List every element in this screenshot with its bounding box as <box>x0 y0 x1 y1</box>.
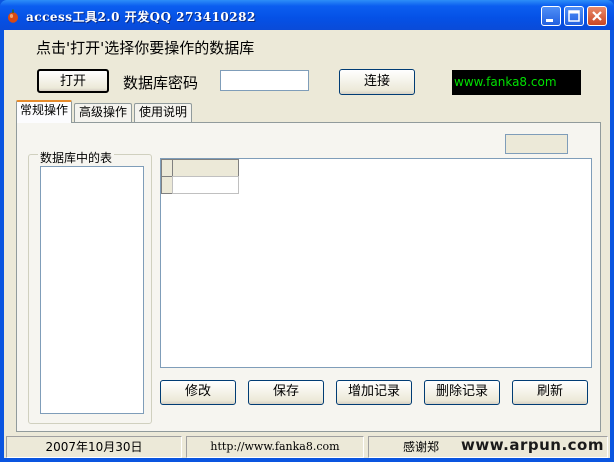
site-badge: www.fanka8.com <box>452 70 581 95</box>
delete-record-button[interactable]: 删除记录 <box>424 380 500 405</box>
refresh-button[interactable]: 刷新 <box>512 380 588 405</box>
status-date: 2007年10月30日 <box>6 436 182 458</box>
status-bar: 2007年10月30日 http://www.fanka8.com 感谢郑 ww… <box>4 434 610 458</box>
password-label: 数据库密码 <box>123 74 199 92</box>
title-bar[interactable]: access工具2.0 开发QQ 273410282 <box>0 0 614 30</box>
app-window: access工具2.0 开发QQ 273410282 点击'打开'选择你要操作的… <box>0 0 614 462</box>
maximize-icon <box>568 10 580 22</box>
password-input[interactable] <box>220 70 309 91</box>
client-area: 点击'打开'选择你要操作的数据库 打开 数据库密码 连接 www.fanka8.… <box>4 30 610 458</box>
save-button[interactable]: 保存 <box>248 380 324 405</box>
connect-button[interactable]: 连接 <box>339 69 415 95</box>
tables-group-title: 数据库中的表 <box>38 149 115 166</box>
app-icon <box>8 9 18 23</box>
tab-general[interactable]: 常规操作 <box>16 100 72 123</box>
close-icon <box>592 11 602 21</box>
tab-help[interactable]: 使用说明 <box>134 103 192 122</box>
maximize-button[interactable] <box>564 6 584 26</box>
data-grid[interactable] <box>160 158 592 368</box>
watermark: www.arpun.com <box>461 436 604 454</box>
instruction-text: 点击'打开'选择你要操作的数据库 <box>36 39 255 57</box>
add-record-button[interactable]: 增加记录 <box>336 380 412 405</box>
minimize-button[interactable] <box>541 6 561 26</box>
close-button[interactable] <box>587 6 607 26</box>
window-title: access工具2.0 开发QQ 273410282 <box>26 10 256 24</box>
tab-advanced[interactable]: 高级操作 <box>74 103 132 122</box>
row-pointer-icon <box>162 177 172 193</box>
tables-listbox[interactable] <box>40 166 144 414</box>
open-button[interactable]: 打开 <box>37 69 109 93</box>
grid-header-cell[interactable] <box>172 159 239 177</box>
record-field[interactable] <box>505 134 568 154</box>
minimize-icon <box>546 19 553 22</box>
grid-data-cell[interactable] <box>172 176 239 194</box>
modify-button[interactable]: 修改 <box>160 380 236 405</box>
status-url: http://www.fanka8.com <box>186 436 364 458</box>
